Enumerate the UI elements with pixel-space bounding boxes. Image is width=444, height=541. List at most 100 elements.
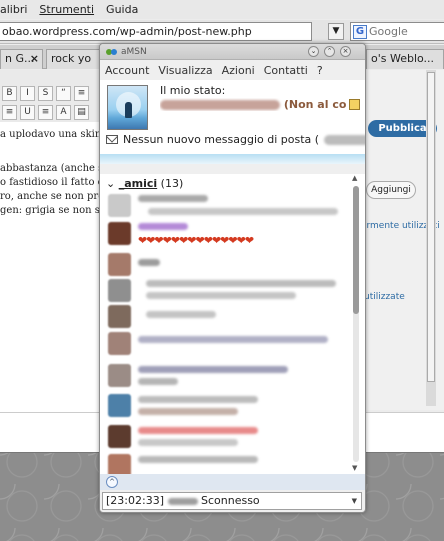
menu-visualizza[interactable]: Visualizza xyxy=(158,64,212,77)
amsn-title: aMSN xyxy=(121,46,147,57)
group-name: _amici xyxy=(118,177,158,190)
tab-2[interactable]: rock yo xyxy=(46,49,100,69)
menu-account[interactable]: Account xyxy=(105,64,149,77)
contact-avatar xyxy=(108,364,131,387)
editor-line: abbastanza (anche se xyxy=(0,163,100,174)
contact-item[interactable] xyxy=(108,454,353,474)
contact-name xyxy=(138,456,258,463)
event-time: [23:02:33] xyxy=(106,494,164,507)
url-dropdown-button[interactable]: ▼ xyxy=(328,23,344,40)
amsn-titlebar[interactable]: aMSN ⌄ ⌃ × xyxy=(100,44,365,60)
contact-avatar xyxy=(108,332,131,355)
quote-button[interactable]: “ xyxy=(56,86,71,101)
italic-button[interactable]: I xyxy=(20,86,35,101)
envelope-icon xyxy=(106,135,118,144)
contact-name xyxy=(138,223,188,230)
tab-3[interactable]: o's Weblo... xyxy=(366,49,444,69)
contact-item[interactable] xyxy=(108,332,353,362)
editor-toolbar: B I S “ ≡ ≡ U ≡ A ▤ xyxy=(0,70,100,122)
search-input[interactable] xyxy=(369,25,439,38)
contact-list[interactable]: ⌄ _amici (13) ❤❤❤❤❤❤❤❤❤❤❤❤❤❤ ▲ ▼ xyxy=(100,174,365,474)
scrollbar-thumb[interactable] xyxy=(353,186,359,314)
scroll-down-icon[interactable]: ▼ xyxy=(352,464,357,472)
contact-message xyxy=(148,208,338,215)
text-color-button[interactable]: A xyxy=(56,105,71,120)
justify-button[interactable]: ≡ xyxy=(38,105,53,120)
menu-strumenti[interactable]: Strumenti xyxy=(39,3,94,16)
contact-item[interactable] xyxy=(108,425,353,455)
contact-name xyxy=(138,259,160,266)
state-status-icon[interactable] xyxy=(349,99,360,110)
contact-avatar xyxy=(108,425,131,448)
scroll-up-icon[interactable]: ▲ xyxy=(352,174,357,182)
contact-name xyxy=(146,311,216,318)
strike-button[interactable]: S xyxy=(38,86,53,101)
editor-line: o fastidioso il fatto che l xyxy=(0,177,100,188)
paste-button[interactable]: ▤ xyxy=(74,105,89,120)
menu-help[interactable]: ? xyxy=(317,64,323,77)
event-log[interactable]: [23:02:33] Sconnesso ▼ xyxy=(102,492,362,510)
contact-item[interactable] xyxy=(108,364,353,394)
group-count: (13) xyxy=(160,177,184,190)
contact-item[interactable] xyxy=(108,394,353,424)
page-scrollbar-thumb[interactable] xyxy=(427,72,435,382)
event-text: Sconnesso xyxy=(201,494,260,507)
page-scrollbar[interactable] xyxy=(426,70,436,406)
menu-guida[interactable]: Guida xyxy=(106,3,138,16)
contact-name xyxy=(138,427,258,434)
amsn-window: aMSN ⌄ ⌃ × Account Visualizza Azioni Con… xyxy=(99,43,366,513)
blurred-email xyxy=(324,134,365,145)
blurred-event-name xyxy=(167,497,198,505)
editor-line xyxy=(0,142,100,156)
my-state-suffix: (Non al co xyxy=(283,98,347,111)
editor-content[interactable]: a uplodavo una skin di abbastanza (anche… xyxy=(0,122,100,412)
display-picture-figure xyxy=(125,102,132,118)
collapse-icon[interactable]: ^ xyxy=(106,476,118,488)
menu-strumenti-prev[interactable]: alibri xyxy=(0,3,27,16)
url-bar[interactable]: obao.wordpress.com/wp-admin/post-new.php xyxy=(0,22,312,41)
minimize-icon[interactable]: ⌄ xyxy=(308,46,319,57)
contact-name xyxy=(138,195,208,202)
contact-avatar xyxy=(108,454,131,474)
close-icon[interactable]: × xyxy=(340,46,351,57)
menu-contatti[interactable]: Contatti xyxy=(264,64,308,77)
my-status-panel: Il mio stato: (Non al co Nessun nuovo me… xyxy=(100,80,365,154)
search-bar[interactable]: G xyxy=(350,22,444,41)
my-state-label: Il mio stato: xyxy=(160,84,226,97)
maximize-icon[interactable]: ⌃ xyxy=(324,46,335,57)
mail-status[interactable]: Nessun nuovo messaggio di posta ( xyxy=(106,133,365,146)
list-footer: ^ xyxy=(100,474,365,490)
contact-name xyxy=(138,366,288,373)
my-nickname[interactable]: (Non al co xyxy=(160,98,358,111)
tab-2-label: rock yo xyxy=(51,52,92,65)
add-button[interactable]: Aggiungi xyxy=(366,181,416,199)
contact-message xyxy=(138,378,178,385)
contact-item[interactable]: ❤❤❤❤❤❤❤❤❤❤❤❤❤❤ xyxy=(108,222,353,252)
contact-list-scrollbar[interactable]: ▲ ▼ xyxy=(350,174,362,474)
contact-message xyxy=(138,439,238,446)
chevron-down-icon[interactable]: ⌄ xyxy=(106,177,115,190)
blurred-nickname xyxy=(160,100,280,110)
tab-1[interactable]: n G... × xyxy=(0,49,43,69)
contact-item[interactable] xyxy=(108,194,353,224)
navigation-bar: obao.wordpress.com/wp-admin/post-new.php… xyxy=(0,20,444,44)
list-button[interactable]: ≡ xyxy=(2,105,17,120)
bold-button[interactable]: B xyxy=(2,86,17,101)
contact-item[interactable] xyxy=(108,305,353,335)
editor-line: a uplodavo una skin di xyxy=(0,129,100,140)
google-icon[interactable]: G xyxy=(353,24,367,39)
tab-close-icon[interactable]: × xyxy=(30,50,39,68)
used-link[interactable]: utilizzate xyxy=(364,292,405,302)
dropdown-arrow-icon[interactable]: ▼ xyxy=(352,493,357,509)
tab-3-label: o's Weblo... xyxy=(371,52,435,65)
contact-avatar xyxy=(108,305,131,328)
group-header[interactable]: ⌄ _amici (13) xyxy=(106,177,183,190)
contact-avatar xyxy=(108,394,131,417)
contact-avatar xyxy=(108,279,131,302)
contact-name xyxy=(146,280,336,287)
header-separator xyxy=(100,154,365,164)
align-left-button[interactable]: ≡ xyxy=(74,86,89,101)
underline-button[interactable]: U xyxy=(20,105,35,120)
menu-azioni[interactable]: Azioni xyxy=(222,64,255,77)
display-picture[interactable] xyxy=(107,85,148,130)
